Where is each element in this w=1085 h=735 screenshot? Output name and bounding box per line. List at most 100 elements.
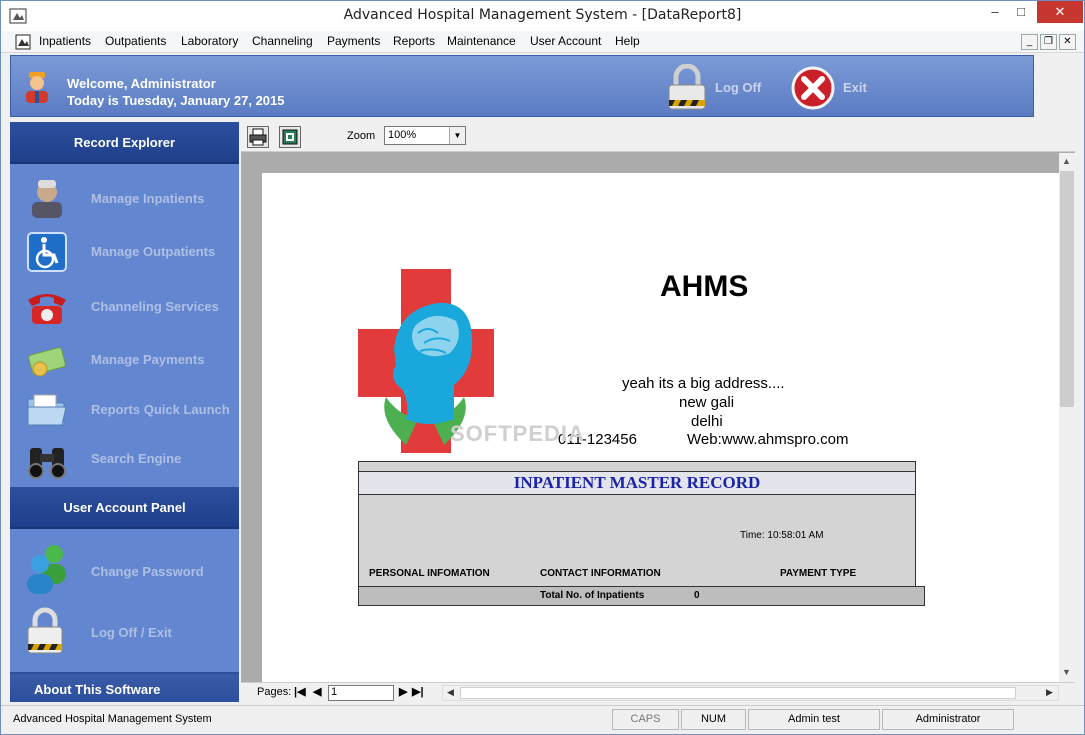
- print-button[interactable]: [247, 126, 269, 148]
- welcome-text: Welcome, Administrator Today is Tuesday,…: [67, 75, 285, 109]
- folder-icon: [27, 394, 67, 426]
- telephone-icon: [28, 294, 66, 324]
- menu-channeling[interactable]: Channeling: [252, 34, 313, 48]
- sidebar-item-label: Change Password: [91, 564, 204, 579]
- binoculars-icon: [28, 448, 66, 479]
- sidebar-item-reports-quick-launch[interactable]: Reports Quick Launch: [10, 385, 239, 435]
- window-title: Advanced Hospital Management System - [D…: [343, 7, 742, 23]
- record-explorer-header[interactable]: Record Explorer: [10, 122, 239, 164]
- sidebar-item-manage-inpatients[interactable]: Manage Inpatients: [10, 174, 239, 224]
- menu-inpatients[interactable]: Inpatients: [39, 34, 91, 48]
- horizontal-scrollbar[interactable]: ◀ ▶: [442, 685, 1059, 701]
- menu-payments[interactable]: Payments: [327, 34, 380, 48]
- maximize-button[interactable]: □: [1009, 1, 1033, 23]
- status-bar: Advanced Hospital Management System CAPS…: [1, 705, 1084, 734]
- zoom-select[interactable]: 100% ▼: [384, 126, 466, 145]
- mdi-close-button[interactable]: ✕: [1059, 34, 1076, 50]
- page-number-input[interactable]: 1: [328, 685, 394, 701]
- log-off-button[interactable]: Log Off: [715, 80, 761, 95]
- sidebar-item-label: Log Off / Exit: [91, 625, 172, 640]
- export-icon: [282, 129, 298, 145]
- export-button[interactable]: [279, 126, 301, 148]
- minimize-button[interactable]: –: [983, 1, 1007, 23]
- menu-outpatients[interactable]: Outpatients: [105, 34, 166, 48]
- welcome-message: Welcome, Administrator: [67, 76, 216, 91]
- website: Web:www.ahmspro.com: [687, 431, 849, 448]
- scrollbar-thumb[interactable]: [460, 687, 1016, 699]
- sidebar-item-log-off-exit[interactable]: Log Off / Exit: [10, 604, 239, 660]
- record-title: INPATIENT MASTER RECORD: [359, 471, 915, 495]
- left-panel: Record Explorer Manage Inpatients Manage…: [10, 122, 239, 702]
- padlock-icon: [27, 607, 63, 654]
- sidebar-item-label: Reports Quick Launch: [91, 402, 230, 417]
- menu-laboratory[interactable]: Laboratory: [181, 34, 238, 48]
- padlock-icon[interactable]: [665, 64, 709, 112]
- page-navigation-bar: Pages: |◀ ◀ 1 ▶ ▶| ◀ ▶: [241, 682, 1075, 702]
- report-viewer: Zoom 100% ▼ AHMS yeah its a big address.…: [241, 122, 1075, 702]
- sidebar-item-label: Channeling Services: [91, 299, 219, 314]
- wheelchair-icon: [27, 232, 67, 272]
- pages-label: Pages:: [257, 686, 292, 698]
- sidebar-item-label: Manage Payments: [91, 352, 205, 367]
- menu-user-account[interactable]: User Account: [530, 34, 601, 48]
- scroll-left-icon[interactable]: ◀: [447, 687, 454, 698]
- total-value: 0: [694, 590, 700, 601]
- scroll-down-icon[interactable]: ▼: [1062, 667, 1071, 677]
- sidebar-item-search-engine[interactable]: Search Engine: [10, 434, 239, 484]
- sidebar-item-manage-payments[interactable]: Manage Payments: [10, 335, 239, 385]
- today-date: Today is Tuesday, January 27, 2015: [67, 93, 285, 108]
- administrator-icon: [26, 72, 48, 103]
- report-page: AHMS yeah its a big address.... new gali…: [262, 173, 1060, 682]
- printer-icon: [249, 128, 267, 146]
- mdi-minimize-button[interactable]: _: [1021, 34, 1038, 50]
- user-account-panel-header[interactable]: User Account Panel: [10, 487, 239, 529]
- exit-icon[interactable]: [791, 66, 835, 110]
- exit-button[interactable]: Exit: [843, 80, 867, 95]
- scroll-up-icon[interactable]: ▲: [1062, 156, 1071, 166]
- nurse-icon: [32, 180, 62, 218]
- previous-page-icon[interactable]: ◀: [313, 685, 321, 698]
- sidebar-item-channeling-services[interactable]: Channeling Services: [10, 282, 239, 332]
- last-page-icon[interactable]: ▶|: [412, 685, 424, 698]
- sidebar-item-manage-outpatients[interactable]: Manage Outpatients: [10, 227, 239, 277]
- welcome-header: Welcome, Administrator Today is Tuesday,…: [10, 55, 1034, 117]
- close-button[interactable]: ✕: [1037, 1, 1083, 23]
- zoom-value: 100%: [388, 129, 417, 141]
- sidebar-item-label: Search Engine: [91, 451, 182, 466]
- scroll-right-icon[interactable]: ▶: [1046, 687, 1053, 698]
- report-toolbar: Zoom 100% ▼: [241, 122, 1075, 152]
- status-num: NUM: [681, 709, 746, 730]
- column-personal-information: PERSONAL INFOMATION: [369, 568, 490, 579]
- address-line-3: delhi: [691, 413, 723, 430]
- column-payment-type: PAYMENT TYPE: [780, 568, 857, 579]
- application-window: Advanced Hospital Management System - [D…: [0, 0, 1085, 735]
- zoom-label: Zoom: [347, 130, 376, 142]
- title-bar: Advanced Hospital Management System - [D…: [1, 1, 1084, 31]
- menu-help[interactable]: Help: [615, 34, 640, 48]
- record-section: INPATIENT MASTER RECORD Time: 10:58:01 A…: [358, 461, 916, 606]
- address-line-2: new gali: [679, 394, 735, 411]
- mdi-restore-button[interactable]: ❐: [1040, 34, 1057, 50]
- chevron-down-icon: ▼: [449, 127, 465, 144]
- menu-maintenance[interactable]: Maintenance: [447, 34, 516, 48]
- menu-bar: Inpatients Outpatients Laboratory Channe…: [1, 31, 1084, 53]
- first-page-icon[interactable]: |◀: [294, 685, 306, 698]
- total-inpatients-row: Total No. of Inpatients 0: [358, 586, 925, 606]
- scrollbar-thumb[interactable]: [1060, 171, 1074, 407]
- menu-reports[interactable]: Reports: [393, 34, 435, 48]
- status-machine: Admin test: [748, 709, 880, 730]
- users-icon: [27, 545, 66, 594]
- vertical-scrollbar[interactable]: ▲ ▼: [1059, 153, 1075, 684]
- status-user: Administrator: [882, 709, 1014, 730]
- money-icon: [28, 347, 66, 377]
- status-caps: CAPS: [612, 709, 679, 730]
- sidebar-item-label: Manage Inpatients: [91, 191, 205, 206]
- next-page-icon[interactable]: ▶: [399, 685, 407, 698]
- status-app-name: Advanced Hospital Management System: [13, 713, 212, 725]
- sidebar-item-change-password[interactable]: Change Password: [10, 542, 239, 602]
- about-software-header[interactable]: About This Software: [10, 674, 239, 702]
- mdi-child-icon[interactable]: [15, 34, 31, 50]
- report-time: Time: 10:58:01 AM: [740, 530, 824, 541]
- sidebar-item-label: Manage Outpatients: [91, 244, 216, 259]
- report-title: AHMS: [660, 270, 749, 303]
